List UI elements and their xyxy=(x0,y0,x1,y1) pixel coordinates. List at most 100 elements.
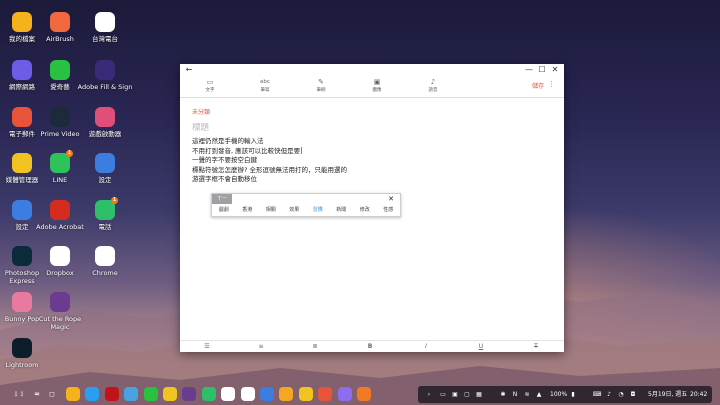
battery-icon: ▮ xyxy=(571,391,575,398)
italic-icon[interactable]: I xyxy=(416,342,436,352)
gallery-icon[interactable] xyxy=(279,387,294,401)
mail-icon[interactable] xyxy=(318,387,333,401)
security-icon[interactable]: ◘ xyxy=(628,386,638,403)
lightbulb-icon[interactable] xyxy=(163,387,177,401)
lightroom-icon xyxy=(12,338,32,358)
clock-icon[interactable] xyxy=(240,387,255,401)
save-button[interactable]: 儲存 xyxy=(532,81,544,90)
folder-icon xyxy=(12,12,32,32)
samsung-notes-window: ← — ☐ ✕ ▭ 文字 abc 筆寫 ✎ 筆刷 ▣ 圖像 ♪ 語音 儲存 ⋮ … xyxy=(180,64,564,352)
note-line: 標點符號怎怎麼辦? 全形逗號無法用打的，只能用選的 xyxy=(192,165,348,174)
notes-icon[interactable] xyxy=(357,387,371,401)
checklist-icon[interactable]: ☰ xyxy=(197,342,217,352)
ime-candidate-window: ㄒㄧ ✕ 戲劇 香港 相關 效果 習慣 新聞 修改 性感 xyxy=(211,193,401,217)
screenshot-icon[interactable]: ▭ xyxy=(438,386,448,403)
notification-badge: 1 xyxy=(66,150,73,157)
tool-label: 筆刷 xyxy=(316,88,326,93)
ime-candidate-highlighted[interactable]: 習慣 xyxy=(306,205,330,215)
date-display: 5月19日, 週五 xyxy=(648,391,688,398)
ime-candidate[interactable]: 相關 xyxy=(259,205,283,215)
numbered-list-icon[interactable]: ≣ xyxy=(305,342,325,352)
desktop-icon[interactable]: 1 電話 xyxy=(75,197,135,231)
back-arrow-icon[interactable]: ← xyxy=(182,64,196,75)
my-files-icon[interactable] xyxy=(66,387,80,401)
ime-header: ㄒㄧ ✕ xyxy=(212,194,400,204)
category-selector[interactable]: 未分類 xyxy=(192,107,210,116)
tool-label: 筆寫 xyxy=(260,88,270,93)
battery-percent: 100% xyxy=(550,391,568,398)
media-icon[interactable] xyxy=(298,387,313,401)
recent-apps-icon[interactable]: ≈ xyxy=(30,387,44,401)
desktop-icon-label: 遊戲啟動器 xyxy=(88,130,122,138)
close-button[interactable]: ✕ xyxy=(548,64,562,75)
play-store-icon[interactable] xyxy=(85,387,100,401)
signal-icon[interactable]: ▲ xyxy=(534,386,544,403)
video-icon[interactable] xyxy=(337,387,352,401)
volume-icon[interactable]: ♪ xyxy=(604,386,614,403)
window-icon[interactable]: ▢ xyxy=(462,386,472,403)
ime-candidate[interactable]: 效果 xyxy=(283,205,307,215)
desktop-icon-label: 設定 xyxy=(98,176,112,184)
desktop-icon[interactable]: Lightroom xyxy=(0,338,52,369)
cut-rope-icon[interactable] xyxy=(182,387,197,401)
iqiyi-icon[interactable] xyxy=(143,387,158,401)
iqiyi-icon xyxy=(50,60,70,80)
note-line: 這裡仍然是手機的輸入法 xyxy=(192,137,264,145)
maximize-button[interactable]: ☐ xyxy=(535,64,549,75)
desktop-icon-label: 電話 xyxy=(98,223,112,231)
app-drawer-icon[interactable]: ⋮⋮ xyxy=(12,387,26,401)
notification-badge: 1 xyxy=(111,197,118,204)
tool-text[interactable]: ▭ 文字 xyxy=(195,77,225,93)
strikethrough-icon[interactable]: T xyxy=(526,342,546,352)
tool-handwriting[interactable]: abc 筆寫 xyxy=(250,77,280,93)
minimize-button[interactable]: — xyxy=(522,64,536,75)
format-bar: ☰ ≡ ≣ B I U T xyxy=(180,340,564,353)
mic-icon: ♪ xyxy=(430,78,436,86)
bold-icon[interactable]: B xyxy=(360,342,380,352)
tool-image[interactable]: ▣ 圖像 xyxy=(362,77,392,93)
ime-candidate[interactable]: 性感 xyxy=(377,205,401,215)
fill-sign-icon xyxy=(95,60,115,80)
desktop-icon[interactable]: Adobe Fill & Sign xyxy=(75,60,135,91)
desktop-icon[interactable]: 遊戲啟動器 xyxy=(75,107,135,138)
chrome-icon xyxy=(95,246,115,266)
tool-brush[interactable]: ✎ 筆刷 xyxy=(306,77,336,93)
tool-label: 圖像 xyxy=(372,88,382,93)
home-icon[interactable]: ◻ xyxy=(45,387,59,401)
ime-candidate[interactable]: 戲劇 xyxy=(212,205,236,215)
phone-icon[interactable] xyxy=(201,387,216,401)
netflix-icon[interactable] xyxy=(104,387,119,401)
chevron-left-icon[interactable]: › xyxy=(424,386,434,403)
calendar-icon[interactable] xyxy=(221,387,236,401)
bullet-list-icon[interactable]: ≡ xyxy=(251,342,271,352)
wifi-icon[interactable]: ≋ xyxy=(522,386,532,403)
note-line: 不用打到發音, 應該可以比較快但是要 xyxy=(192,146,303,155)
desktop-icon[interactable]: Cut the Rope Magic xyxy=(30,292,90,331)
ime-candidate[interactable]: 香港 xyxy=(236,205,260,215)
ime-composition: ㄒㄧ xyxy=(212,194,232,204)
camera-icon[interactable] xyxy=(260,387,274,401)
settings-icon xyxy=(95,153,115,173)
acrobat-icon xyxy=(50,200,70,220)
ime-candidate[interactable]: 修改 xyxy=(353,205,377,215)
snowflake-icon[interactable] xyxy=(124,387,139,401)
desktop-icon[interactable]: 台灣電台 xyxy=(75,12,135,43)
ime-close-icon[interactable]: ✕ xyxy=(388,194,394,204)
phone-icon: 1 xyxy=(95,197,118,220)
line-icon: 1 xyxy=(50,150,73,173)
desktop-icon[interactable]: Chrome xyxy=(75,246,135,277)
grid-icon[interactable]: ▦ xyxy=(474,386,484,403)
title-field[interactable]: 標題 xyxy=(192,121,209,133)
keyboard-icon[interactable]: ⌨ xyxy=(592,386,602,403)
gallery-icon[interactable]: ▣ xyxy=(450,386,460,403)
tool-label: 語音 xyxy=(428,88,438,93)
desktop-icon[interactable]: 設定 xyxy=(75,153,135,184)
notification-icon[interactable]: ◔ xyxy=(616,386,626,403)
tool-voice[interactable]: ♪ 語音 xyxy=(418,77,448,93)
more-options-icon[interactable]: ⋮ xyxy=(548,80,555,88)
ime-candidate[interactable]: 新聞 xyxy=(330,205,354,215)
nfc-icon[interactable]: N xyxy=(510,386,520,403)
underline-icon[interactable]: U xyxy=(471,342,491,352)
note-body[interactable]: 這裡仍然是手機的輸入法 不用打到發音, 應該可以比較快但是要 一聲的字不要按空白… xyxy=(192,137,347,185)
bluetooth-icon[interactable]: ✱ xyxy=(498,386,508,403)
